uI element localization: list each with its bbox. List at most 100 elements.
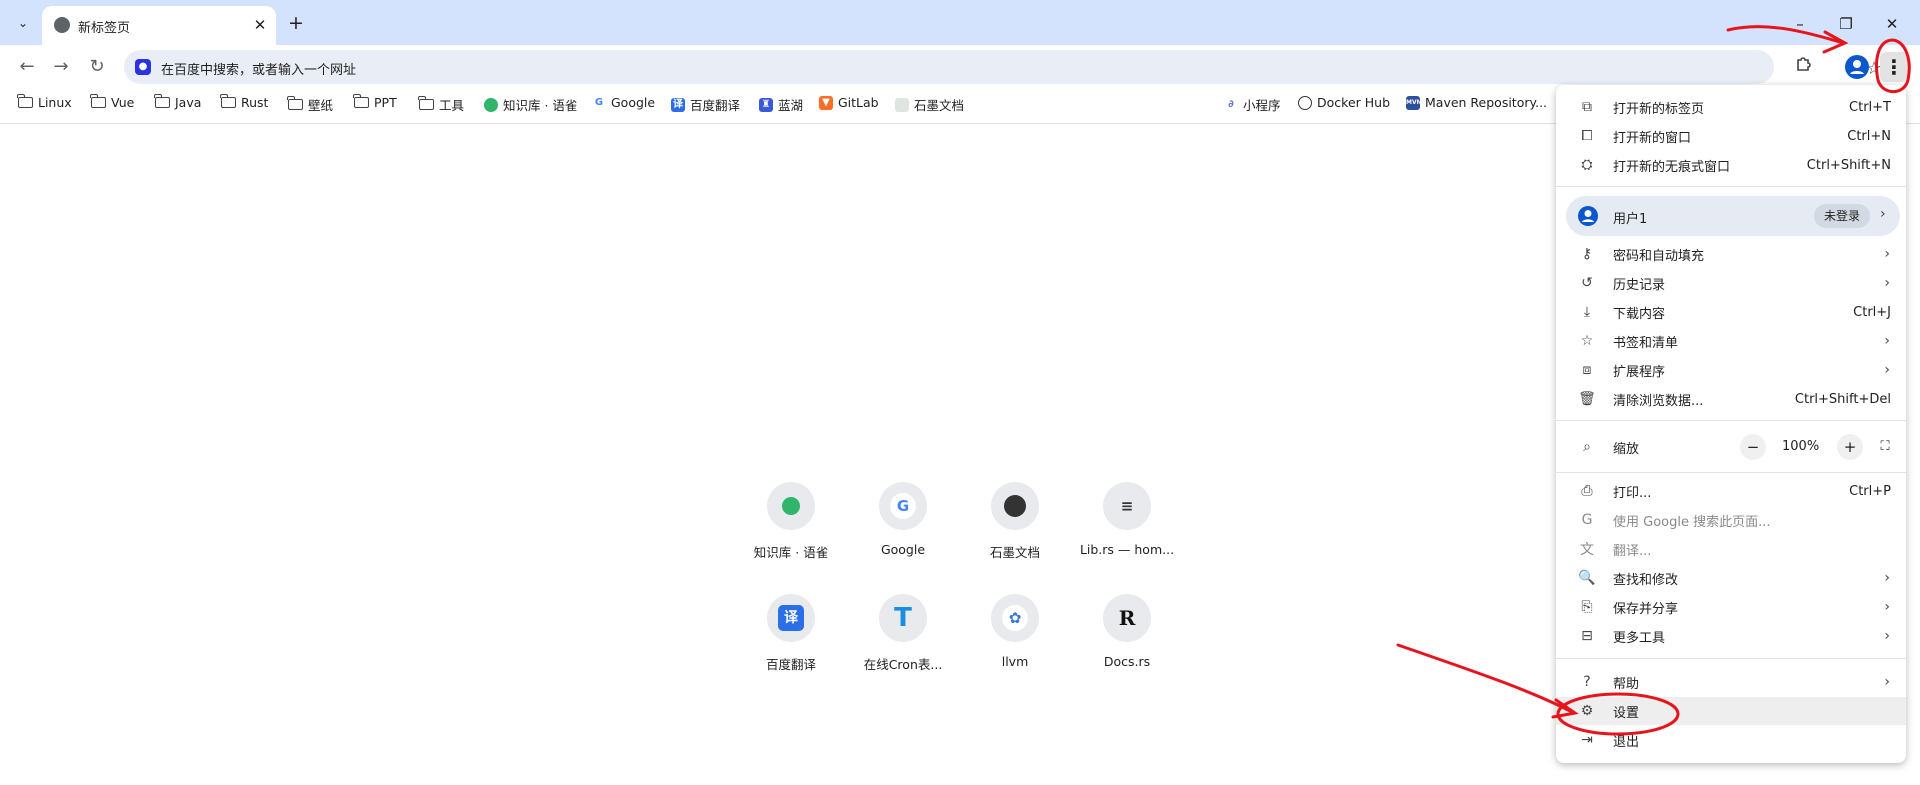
- menu-item-label: 帮助: [1613, 676, 1640, 692]
- shortcut-label: 百度翻译: [765, 657, 816, 672]
- new-window-icon: ⧠: [1581, 128, 1593, 144]
- bookmark-label: Linux: [38, 95, 72, 110]
- bookmark-folder-rust[interactable]: Rust: [220, 94, 268, 110]
- bookmark-baidu-fanyi[interactable]: 译百度翻译: [671, 95, 740, 114]
- profile-avatar-button[interactable]: [1845, 55, 1869, 79]
- menu-item-extensions[interactable]: ⧈ 扩展程序 ›: [1556, 356, 1906, 384]
- chrome-main-menu: ⧉ 打开新的标签页 Ctrl+T ⧠ 打开新的窗口 Ctrl+N ⛭ 打开新的无…: [1556, 85, 1906, 763]
- shortcut-icon-circle: ≡: [1103, 482, 1151, 530]
- shortcut-label: llvm: [1001, 654, 1029, 669]
- menu-item-new-tab[interactable]: ⧉ 打开新的标签页 Ctrl+T: [1556, 93, 1906, 121]
- menu-item-print[interactable]: ⎙ 打印... Ctrl+P: [1556, 477, 1906, 505]
- bookmark-label: 石墨文档: [914, 98, 965, 113]
- fullscreen-icon[interactable]: ⛶: [1872, 434, 1898, 460]
- menu-item-bookmarks[interactable]: ☆ 书签和清单 ›: [1556, 327, 1906, 355]
- tab-search-button[interactable]: ⌄: [12, 12, 34, 34]
- signed-out-badge: 未登录: [1814, 204, 1871, 228]
- toolbar: ← → ↻ ● 在百度中搜索，或者输入一个网址 ☆ ⋮: [0, 45, 1920, 87]
- kebab-menu-button[interactable]: ⋮: [1880, 52, 1908, 82]
- bookmark-miniprogram[interactable]: ∂ 小程序: [1224, 95, 1280, 114]
- bookmark-label: 百度翻译: [690, 98, 741, 113]
- shortcut-tile[interactable]: 石墨文档: [960, 482, 1070, 561]
- back-arrow-icon[interactable]: ←: [14, 54, 40, 80]
- menu-item-translate[interactable]: 文 翻译...: [1556, 535, 1906, 563]
- menu-item-search-page[interactable]: G 使用 Google 搜索此页面...: [1556, 506, 1906, 534]
- menu-item-clear-data[interactable]: 🗑 清除浏览数据... Ctrl+Shift+Del: [1556, 385, 1906, 413]
- bookmark-label: Java: [175, 95, 202, 110]
- menu-item-passwords[interactable]: ⚷ 密码和自动填充 ›: [1556, 240, 1906, 268]
- chevron-right-icon: ›: [1884, 674, 1890, 690]
- extensions-puzzle-icon[interactable]: [1791, 54, 1817, 80]
- docker-icon: [1298, 95, 1312, 110]
- menu-item-find[interactable]: 🔍 查找和修改 ›: [1556, 564, 1906, 592]
- menu-item-new-window[interactable]: ⧠ 打开新的窗口 Ctrl+N: [1556, 122, 1906, 150]
- close-window-button[interactable]: ✕: [1876, 12, 1908, 36]
- bookmark-folder-vue[interactable]: Vue: [90, 94, 135, 110]
- close-icon[interactable]: ✕: [250, 15, 270, 35]
- shortcut-tile[interactable]: R Docs.rs: [1072, 594, 1182, 669]
- bookmark-yuque[interactable]: 知识库 · 语雀: [484, 95, 577, 114]
- chevron-right-icon: ›: [1884, 599, 1890, 615]
- menu-item-settings[interactable]: ⚙ 设置: [1556, 697, 1906, 725]
- menu-item-shortcut: Ctrl+Shift+N: [1806, 157, 1891, 173]
- forward-arrow-icon[interactable]: →: [48, 54, 74, 80]
- yuque-icon: [484, 97, 498, 112]
- bookmark-lanhu[interactable]: ♜ 蓝湖: [759, 95, 803, 114]
- menu-item-label: 缩放: [1613, 441, 1640, 457]
- shortcut-tile[interactable]: T 在线Cron表...: [848, 594, 958, 673]
- menu-item-zoom: ⌕ 缩放 − 100% + ⛶: [1556, 431, 1906, 463]
- bookmark-label: Vue: [111, 95, 135, 110]
- tab-new-tab[interactable]: 新标签页 ✕: [42, 6, 276, 45]
- find-icon: 🔍: [1578, 570, 1596, 586]
- incognito-icon: ⛭: [1581, 157, 1593, 173]
- bookmark-maven[interactable]: MVN Maven Repository...: [1406, 95, 1547, 110]
- menu-item-shortcut: Ctrl+N: [1847, 128, 1891, 144]
- menu-item-new-incognito[interactable]: ⛭ 打开新的无痕式窗口 Ctrl+Shift+N: [1556, 151, 1906, 179]
- menu-item-label: 打开新的标签页: [1613, 101, 1705, 117]
- bookmark-folder-ppt[interactable]: PPT: [353, 94, 397, 110]
- folder-icon: [90, 94, 106, 108]
- menu-item-more-tools[interactable]: ⊟ 更多工具 ›: [1556, 622, 1906, 650]
- bookmark-folder-wallpaper[interactable]: 壁纸: [287, 95, 333, 114]
- printer-icon: ⎙: [1581, 483, 1593, 499]
- bookmark-folder-java[interactable]: Java: [154, 94, 202, 110]
- shortcut-tile[interactable]: ≡ Lib.rs — hom...: [1072, 482, 1182, 557]
- chevron-right-icon: ›: [1880, 206, 1886, 222]
- tab-title: 新标签页: [78, 21, 131, 36]
- zoom-out-button[interactable]: −: [1740, 434, 1766, 460]
- restore-button[interactable]: ❐: [1830, 12, 1862, 36]
- bookmark-shimo[interactable]: 石墨文档: [895, 95, 964, 114]
- new-tab-button[interactable]: +: [285, 13, 307, 35]
- menu-item-shortcut: Ctrl+T: [1849, 99, 1891, 115]
- shortcut-icon-circle: G: [879, 482, 927, 530]
- shortcut-tile[interactable]: ✿ llvm: [960, 594, 1070, 669]
- bookmark-label: Google: [611, 95, 656, 110]
- menu-item-downloads[interactable]: ⤓ 下载内容 Ctrl+J: [1556, 298, 1906, 326]
- menu-item-label: 查找和修改: [1613, 572, 1679, 588]
- address-bar[interactable]: ● 在百度中搜索，或者输入一个网址 ☆: [124, 50, 1882, 84]
- annotation-arrow-bottom: [1396, 643, 1579, 719]
- menu-item-help[interactable]: ? 帮助 ›: [1556, 668, 1906, 696]
- menu-item-history[interactable]: ↺ 历史记录 ›: [1556, 269, 1906, 297]
- shortcut-tile[interactable]: 知识库 · 语雀: [736, 482, 846, 561]
- bookmark-folder-tools[interactable]: 工具: [418, 95, 464, 114]
- menu-item-exit[interactable]: ⇥ 退出: [1556, 726, 1906, 754]
- menu-item-label: 退出: [1613, 734, 1640, 750]
- bookmark-gitlab[interactable]: ▼ GitLab: [819, 95, 879, 110]
- menu-item-save-share[interactable]: ⎘ 保存并分享 ›: [1556, 593, 1906, 621]
- shortcut-tile[interactable]: 译 百度翻译: [736, 594, 846, 673]
- docsrs-icon: R: [1118, 606, 1136, 630]
- bookmark-google[interactable]: G Google: [592, 95, 655, 110]
- reload-icon[interactable]: ↻: [84, 54, 110, 80]
- zoom-in-button[interactable]: +: [1837, 434, 1863, 460]
- llvm-icon: ✿: [1002, 605, 1028, 631]
- menu-item-label: 密码和自动填充: [1613, 248, 1705, 264]
- baidu-paw-icon: ●: [135, 59, 151, 75]
- menu-item-profile[interactable]: 用户1 未登录 ›: [1566, 196, 1900, 236]
- bookmark-docker-hub[interactable]: Docker Hub: [1298, 95, 1390, 110]
- bookmark-folder-linux[interactable]: Linux: [17, 94, 72, 110]
- shortcut-label: 石墨文档: [989, 545, 1040, 560]
- menu-item-shortcut: Ctrl+Shift+Del: [1794, 391, 1891, 407]
- minimize-button[interactable]: –: [1784, 12, 1816, 36]
- shortcut-tile[interactable]: G Google: [848, 482, 958, 557]
